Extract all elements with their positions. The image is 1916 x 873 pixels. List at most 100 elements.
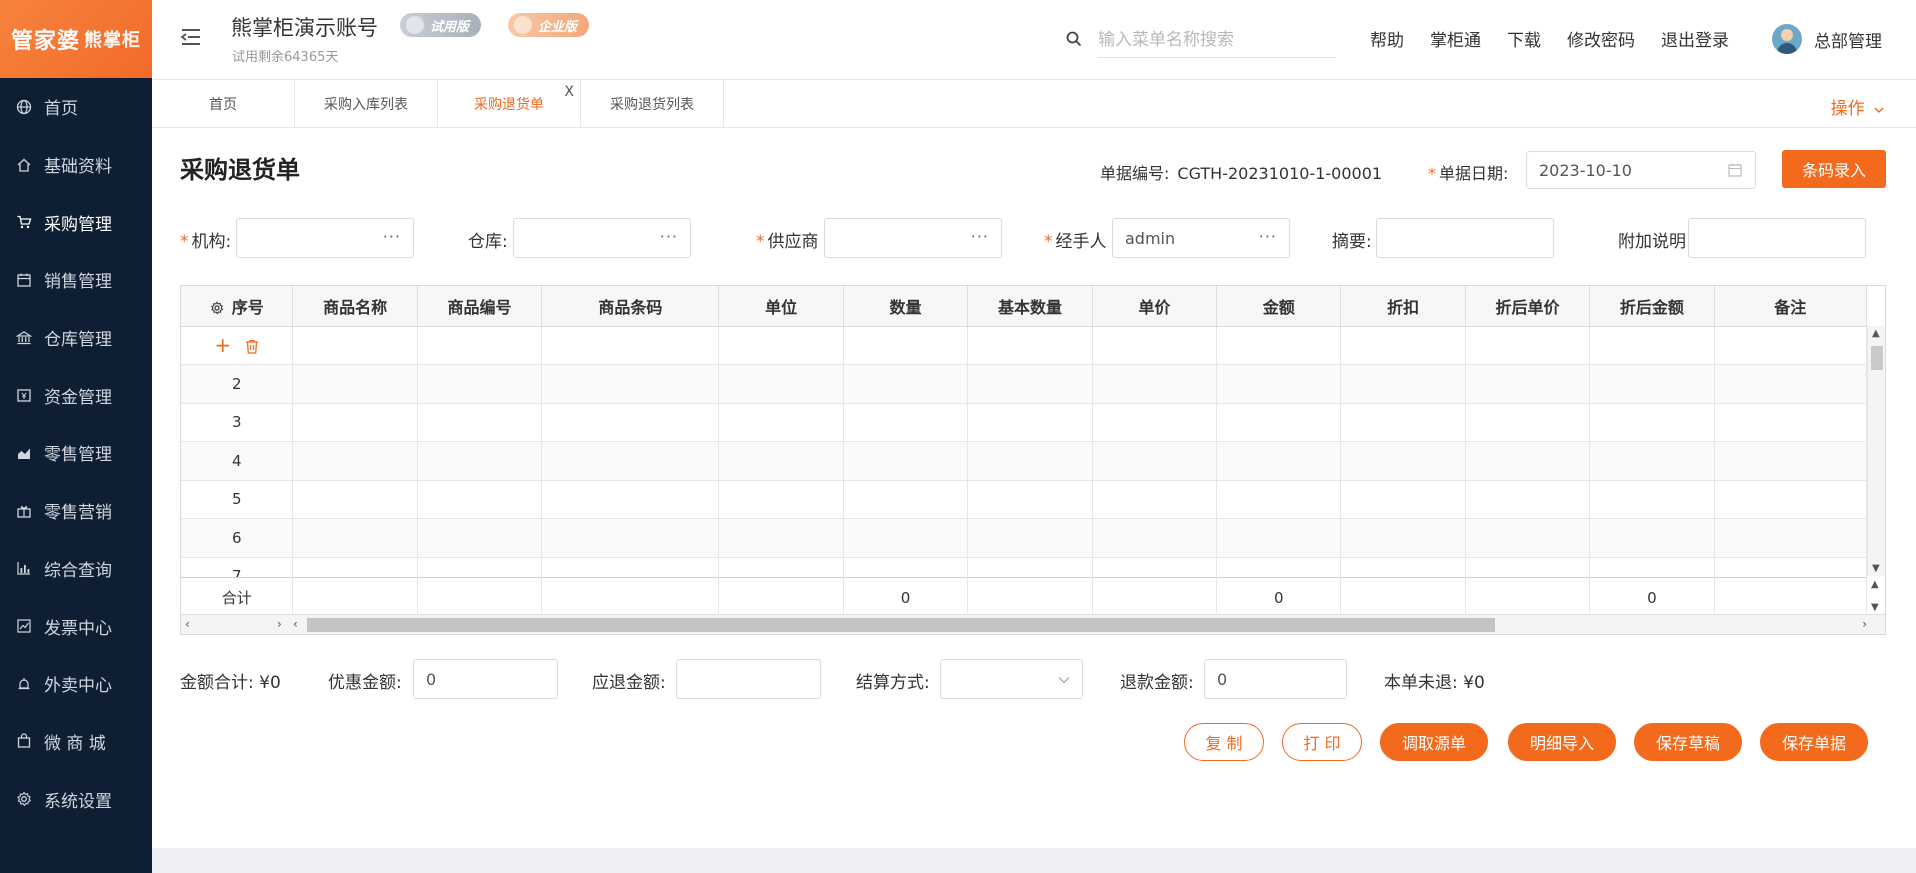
table-cell[interactable] [417, 403, 543, 442]
table-cell[interactable] [417, 326, 543, 365]
table-cell[interactable] [967, 326, 1093, 365]
table-cell[interactable] [843, 518, 969, 558]
change-password-link[interactable]: 修改密码 [1567, 26, 1635, 51]
table-cell[interactable] [292, 326, 418, 365]
table-cell[interactable] [843, 364, 969, 404]
col-index[interactable]: 序号 [181, 286, 294, 327]
table-cell[interactable] [1589, 364, 1715, 404]
table-cell[interactable] [1589, 480, 1715, 519]
handler-field[interactable]: admin ··· [1112, 218, 1290, 258]
brand-logo[interactable]: 管家婆 熊掌柜 [0, 0, 152, 78]
tab-purchase-in-list[interactable]: 采购入库列表 [295, 80, 438, 128]
table-cell[interactable] [541, 441, 720, 481]
table-cell[interactable] [541, 518, 720, 558]
table-cell[interactable] [1216, 403, 1342, 442]
sidebar-item-settings[interactable]: 系统设置 [0, 770, 152, 828]
table-cell[interactable] [1216, 364, 1342, 404]
table-cell[interactable] [417, 480, 543, 519]
table-cell[interactable] [1714, 403, 1868, 442]
table-cell[interactable] [292, 518, 418, 558]
scroll-up-icon[interactable]: ▲ [1872, 328, 1880, 339]
org-field[interactable]: ··· [236, 218, 414, 258]
table-cell[interactable] [718, 364, 844, 404]
table-cell[interactable] [1216, 326, 1342, 365]
scroll-thumb[interactable] [307, 618, 1495, 632]
add-row-icon[interactable]: + [214, 333, 231, 357]
table-cell[interactable] [541, 364, 720, 404]
table-cell[interactable] [1216, 441, 1342, 481]
table-cell[interactable] [1714, 480, 1868, 519]
table-cell[interactable] [1589, 326, 1715, 365]
sidebar-item-marketing[interactable]: 零售营销 [0, 482, 152, 540]
table-cell[interactable] [718, 403, 844, 442]
scroll-down-icon[interactable]: ▼ [1871, 602, 1879, 613]
table-cell[interactable] [1092, 518, 1218, 558]
user-menu[interactable]: 总部管理 [1772, 24, 1882, 54]
search-icon[interactable] [1065, 30, 1083, 48]
table-cell[interactable] [1092, 364, 1218, 404]
table-cell[interactable] [967, 441, 1093, 481]
table-cell[interactable] [1216, 518, 1342, 558]
close-icon[interactable]: X [564, 84, 574, 100]
save-document-button[interactable]: 保存单据 [1760, 723, 1868, 761]
settle-select[interactable] [940, 659, 1083, 699]
sidebar-item-sales[interactable]: 销售管理 [0, 251, 152, 309]
table-cell[interactable] [1714, 518, 1868, 558]
table-cell[interactable] [1340, 441, 1466, 481]
more-icon[interactable]: ··· [660, 227, 678, 246]
date-picker[interactable]: 2023-10-10 [1526, 151, 1756, 189]
barcode-entry-button[interactable]: 条码录入 [1782, 150, 1886, 188]
table-cell[interactable] [541, 326, 720, 365]
tab-home[interactable]: 首页 [152, 80, 295, 128]
total-scrollbar[interactable]: ▲ ▼ [1867, 576, 1885, 616]
refund-input[interactable]: 0 [1204, 659, 1347, 699]
scroll-thumb[interactable] [1871, 346, 1883, 370]
horizontal-scrollbar[interactable]: ‹ › ‹ › [181, 614, 1885, 634]
scroll-right-icon[interactable]: › [277, 617, 282, 631]
table-cell[interactable] [1092, 326, 1218, 365]
table-cell[interactable] [1714, 364, 1868, 404]
tab-purchase-return-list[interactable]: 采购退货列表 [581, 80, 724, 128]
table-cell[interactable] [843, 480, 969, 519]
help-link[interactable]: 帮助 [1370, 26, 1404, 51]
table-cell[interactable] [1092, 403, 1218, 442]
table-cell[interactable] [967, 364, 1093, 404]
copy-button[interactable]: 复 制 [1184, 723, 1264, 761]
vertical-scrollbar[interactable]: ▲ ▼ [1867, 326, 1885, 576]
refundable-input[interactable] [676, 659, 821, 699]
table-cell[interactable] [1340, 518, 1466, 558]
search-input[interactable] [1098, 22, 1336, 58]
scroll-left-icon[interactable]: ‹ [293, 617, 298, 631]
table-cell[interactable] [417, 441, 543, 481]
menu-fold-icon[interactable] [180, 27, 202, 47]
more-icon[interactable]: ··· [1259, 227, 1277, 246]
scroll-down-icon[interactable]: ▼ [1872, 563, 1880, 574]
table-cell[interactable] [1714, 326, 1868, 365]
supplier-field[interactable]: ··· [824, 218, 1002, 258]
scroll-up-icon[interactable]: ▲ [1871, 579, 1879, 590]
table-cell[interactable] [1216, 480, 1342, 519]
more-icon[interactable]: ··· [971, 227, 989, 246]
sidebar-item-funds[interactable]: 资金管理 [0, 366, 152, 424]
table-cell[interactable] [1092, 441, 1218, 481]
sidebar-item-purchase[interactable]: 采购管理 [0, 193, 152, 251]
table-cell[interactable] [1589, 441, 1715, 481]
table-cell[interactable] [718, 441, 844, 481]
table-cell[interactable] [541, 480, 720, 519]
table-cell[interactable] [967, 480, 1093, 519]
note-field[interactable] [1688, 218, 1866, 258]
table-cell[interactable] [718, 326, 844, 365]
table-cell[interactable] [1092, 480, 1218, 519]
table-cell[interactable] [843, 441, 969, 481]
table-cell[interactable] [1465, 326, 1591, 365]
sidebar-item-invoice[interactable]: 发票中心 [0, 597, 152, 655]
scroll-right-icon[interactable]: › [1862, 617, 1867, 631]
table-cell[interactable] [967, 403, 1093, 442]
warehouse-field[interactable]: ··· [513, 218, 691, 258]
table-cell[interactable] [292, 403, 418, 442]
sidebar-item-retail[interactable]: 零售管理 [0, 424, 152, 482]
summary-field[interactable] [1376, 218, 1554, 258]
fetch-source-button[interactable]: 调取源单 [1380, 723, 1488, 761]
table-cell[interactable] [292, 441, 418, 481]
more-icon[interactable]: ··· [383, 227, 401, 246]
